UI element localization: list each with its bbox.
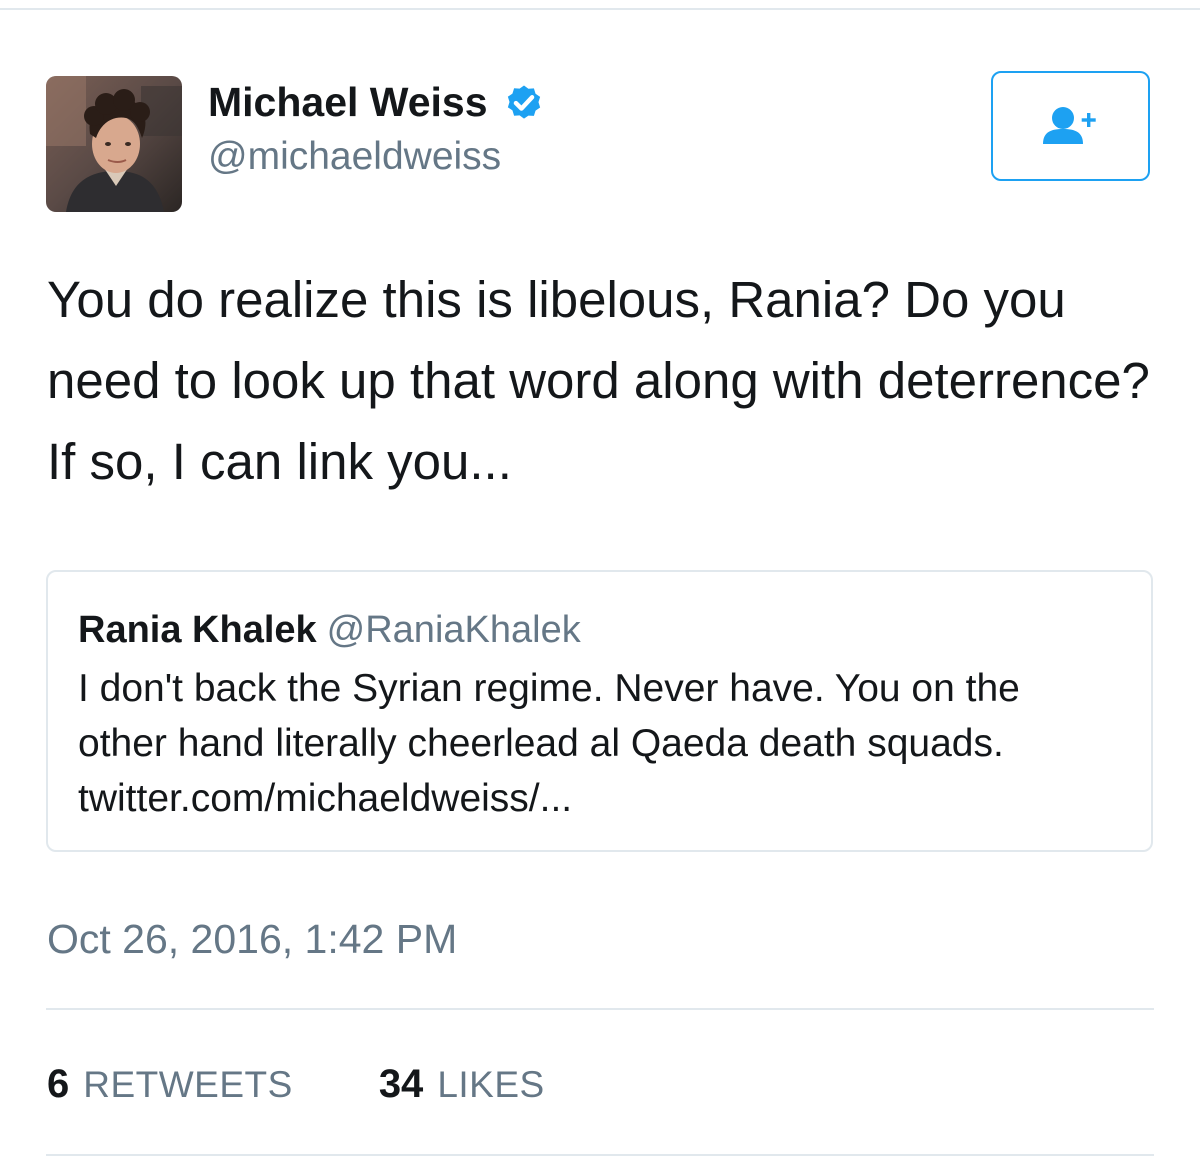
retweets-stat[interactable]: 6 RETWEETS	[47, 1058, 293, 1111]
stats-top-divider	[46, 1008, 1154, 1010]
top-divider	[0, 8, 1200, 10]
quoted-tweet-text: I don't back the Syrian regime. Never ha…	[78, 667, 1020, 820]
avatar-photo-icon	[46, 76, 182, 212]
likes-stat[interactable]: 34 LIKES	[379, 1058, 545, 1111]
quoted-tweet-card[interactable]: Rania Khalek @RaniaKhalek I don't back th…	[46, 570, 1153, 852]
follow-user-icon	[1042, 107, 1096, 144]
retweets-label: RETWEETS	[83, 1064, 293, 1105]
likes-count: 34	[378, 1062, 424, 1106]
likes-label: LIKES	[437, 1064, 545, 1105]
tweet-stats: 6 RETWEETS 34 LIKES	[47, 1058, 545, 1111]
author-display-name[interactable]: Michael Weiss	[208, 76, 488, 128]
stats-bottom-divider	[46, 1154, 1154, 1156]
follow-button[interactable]	[991, 71, 1150, 181]
quoted-author-handle: @RaniaKhalek	[326, 609, 581, 651]
tweet-timestamp[interactable]: Oct 26, 2016, 1:42 PM	[47, 913, 457, 965]
retweets-count: 6	[47, 1062, 70, 1106]
author-name-row: Michael Weiss	[208, 76, 546, 128]
verified-badge-icon	[502, 80, 546, 124]
avatar[interactable]	[46, 76, 182, 212]
author-handle[interactable]: @michaeldweiss	[208, 132, 501, 182]
quoted-author-name: Rania Khalek	[78, 609, 317, 651]
tweet-text: You do realize this is libelous, Rania? …	[47, 271, 1150, 490]
quoted-tweet-header: Rania Khalek @RaniaKhalek	[78, 606, 581, 662]
